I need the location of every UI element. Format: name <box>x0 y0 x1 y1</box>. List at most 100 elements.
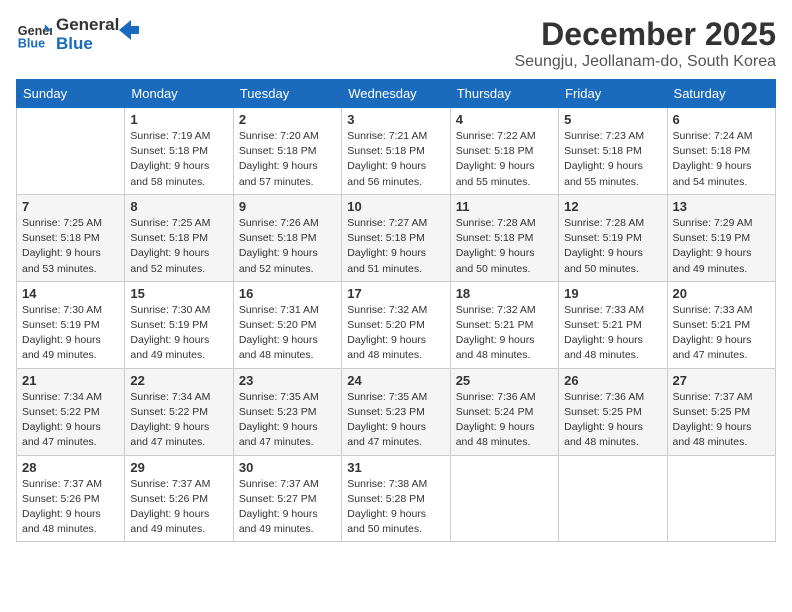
day-number: 12 <box>564 199 661 214</box>
calendar-cell: 19 Sunrise: 7:33 AMSunset: 5:21 PMDayligh… <box>559 281 667 368</box>
day-info: Sunrise: 7:34 AMSunset: 5:22 PMDaylight:… <box>130 390 227 451</box>
weekday-header-row: SundayMondayTuesdayWednesdayThursdayFrid… <box>17 80 776 108</box>
calendar-cell: 29 Sunrise: 7:37 AMSunset: 5:26 PMDayligh… <box>125 455 233 542</box>
day-info: Sunrise: 7:36 AMSunset: 5:25 PMDaylight:… <box>564 390 661 451</box>
week-row-5: 28 Sunrise: 7:37 AMSunset: 5:26 PMDayligh… <box>17 455 776 542</box>
day-number: 5 <box>564 112 661 127</box>
calendar-cell: 12 Sunrise: 7:28 AMSunset: 5:19 PMDayligh… <box>559 194 667 281</box>
week-row-2: 7 Sunrise: 7:25 AMSunset: 5:18 PMDaylight… <box>17 194 776 281</box>
calendar-table: SundayMondayTuesdayWednesdayThursdayFrid… <box>16 79 776 542</box>
calendar-cell: 31 Sunrise: 7:38 AMSunset: 5:28 PMDayligh… <box>342 455 450 542</box>
day-info: Sunrise: 7:23 AMSunset: 5:18 PMDaylight:… <box>564 129 661 190</box>
day-number: 13 <box>673 199 770 214</box>
day-info: Sunrise: 7:24 AMSunset: 5:18 PMDaylight:… <box>673 129 770 190</box>
day-info: Sunrise: 7:22 AMSunset: 5:18 PMDaylight:… <box>456 129 553 190</box>
day-number: 18 <box>456 286 553 301</box>
day-number: 3 <box>347 112 444 127</box>
day-info: Sunrise: 7:30 AMSunset: 5:19 PMDaylight:… <box>22 303 119 364</box>
calendar-cell: 23Sunrise: 7:35 AMSunset: 5:23 PMDayligh… <box>233 368 341 455</box>
day-info: Sunrise: 7:31 AMSunset: 5:20 PMDaylight:… <box>239 303 336 364</box>
day-info: Sunrise: 7:25 AMSunset: 5:18 PMDaylight:… <box>22 216 119 277</box>
day-info: Sunrise: 7:27 AMSunset: 5:18 PMDaylight:… <box>347 216 444 277</box>
calendar-cell: 16Sunrise: 7:31 AMSunset: 5:20 PMDayligh… <box>233 281 341 368</box>
calendar-cell: 15 Sunrise: 7:30 AMSunset: 5:19 PMDayligh… <box>125 281 233 368</box>
day-number: 14 <box>22 286 119 301</box>
weekday-header-sunday: Sunday <box>17 80 125 108</box>
calendar-cell: 6 Sunrise: 7:24 AMSunset: 5:18 PMDaylight… <box>667 108 775 195</box>
calendar-cell: 1Sunrise: 7:19 AMSunset: 5:18 PMDaylight… <box>125 108 233 195</box>
day-info: Sunrise: 7:37 AMSunset: 5:25 PMDaylight:… <box>673 390 770 451</box>
day-info: Sunrise: 7:33 AMSunset: 5:21 PMDaylight:… <box>564 303 661 364</box>
page-header: General Blue General Blue December 2025 … <box>16 16 776 71</box>
day-number: 7 <box>22 199 119 214</box>
calendar-cell: 14 Sunrise: 7:30 AMSunset: 5:19 PMDayligh… <box>17 281 125 368</box>
day-info: Sunrise: 7:37 AMSunset: 5:26 PMDaylight:… <box>22 477 119 538</box>
logo: General Blue General Blue <box>16 16 139 53</box>
logo-icon: General Blue <box>16 17 52 53</box>
month-title: December 2025 <box>514 16 776 53</box>
day-number: 11 <box>456 199 553 214</box>
day-info: Sunrise: 7:35 AMSunset: 5:23 PMDaylight:… <box>347 390 444 451</box>
calendar-cell: 11 Sunrise: 7:28 AMSunset: 5:18 PMDayligh… <box>450 194 558 281</box>
day-number: 30 <box>239 460 336 475</box>
calendar-cell: 5 Sunrise: 7:23 AMSunset: 5:18 PMDaylight… <box>559 108 667 195</box>
day-number: 19 <box>564 286 661 301</box>
day-info: Sunrise: 7:32 AMSunset: 5:20 PMDaylight:… <box>347 303 444 364</box>
day-info: Sunrise: 7:19 AMSunset: 5:18 PMDaylight:… <box>130 129 227 190</box>
calendar-cell: 26 Sunrise: 7:36 AMSunset: 5:25 PMDayligh… <box>559 368 667 455</box>
day-info: Sunrise: 7:28 AMSunset: 5:19 PMDaylight:… <box>564 216 661 277</box>
calendar-cell: 24 Sunrise: 7:35 AMSunset: 5:23 PMDayligh… <box>342 368 450 455</box>
calendar-cell: 30 Sunrise: 7:37 AMSunset: 5:27 PMDayligh… <box>233 455 341 542</box>
week-row-3: 14 Sunrise: 7:30 AMSunset: 5:19 PMDayligh… <box>17 281 776 368</box>
calendar-cell <box>450 455 558 542</box>
calendar-cell: 25Sunrise: 7:36 AMSunset: 5:24 PMDayligh… <box>450 368 558 455</box>
day-info: Sunrise: 7:26 AMSunset: 5:18 PMDaylight:… <box>239 216 336 277</box>
calendar-cell: 17 Sunrise: 7:32 AMSunset: 5:20 PMDayligh… <box>342 281 450 368</box>
calendar-cell: 7 Sunrise: 7:25 AMSunset: 5:18 PMDaylight… <box>17 194 125 281</box>
calendar-cell <box>559 455 667 542</box>
calendar-cell <box>17 108 125 195</box>
day-number: 31 <box>347 460 444 475</box>
calendar-cell <box>667 455 775 542</box>
day-number: 8 <box>130 199 227 214</box>
day-number: 24 <box>347 373 444 388</box>
svg-text:Blue: Blue <box>18 36 45 50</box>
calendar-cell: 8 Sunrise: 7:25 AMSunset: 5:18 PMDaylight… <box>125 194 233 281</box>
day-info: Sunrise: 7:34 AMSunset: 5:22 PMDaylight:… <box>22 390 119 451</box>
logo-arrow-icon <box>119 20 139 40</box>
day-number: 15 <box>130 286 227 301</box>
day-info: Sunrise: 7:30 AMSunset: 5:19 PMDaylight:… <box>130 303 227 364</box>
weekday-header-monday: Monday <box>125 80 233 108</box>
day-number: 17 <box>347 286 444 301</box>
calendar-cell: 9 Sunrise: 7:26 AMSunset: 5:18 PMDaylight… <box>233 194 341 281</box>
day-number: 27 <box>673 373 770 388</box>
day-number: 26 <box>564 373 661 388</box>
logo-general: General <box>56 16 119 35</box>
calendar-cell: 20Sunrise: 7:33 AMSunset: 5:21 PMDayligh… <box>667 281 775 368</box>
day-number: 6 <box>673 112 770 127</box>
day-number: 9 <box>239 199 336 214</box>
day-info: Sunrise: 7:28 AMSunset: 5:18 PMDaylight:… <box>456 216 553 277</box>
calendar-cell: 27 Sunrise: 7:37 AMSunset: 5:25 PMDayligh… <box>667 368 775 455</box>
day-info: Sunrise: 7:21 AMSunset: 5:18 PMDaylight:… <box>347 129 444 190</box>
location: Seungju, Jeollanam-do, South Korea <box>514 53 776 71</box>
calendar-cell: 21 Sunrise: 7:34 AMSunset: 5:22 PMDayligh… <box>17 368 125 455</box>
day-number: 29 <box>130 460 227 475</box>
day-info: Sunrise: 7:37 AMSunset: 5:27 PMDaylight:… <box>239 477 336 538</box>
day-number: 2 <box>239 112 336 127</box>
day-info: Sunrise: 7:25 AMSunset: 5:18 PMDaylight:… <box>130 216 227 277</box>
day-info: Sunrise: 7:37 AMSunset: 5:26 PMDaylight:… <box>130 477 227 538</box>
day-number: 28 <box>22 460 119 475</box>
day-number: 22 <box>130 373 227 388</box>
week-row-4: 21 Sunrise: 7:34 AMSunset: 5:22 PMDayligh… <box>17 368 776 455</box>
calendar-cell: 3 Sunrise: 7:21 AMSunset: 5:18 PMDaylight… <box>342 108 450 195</box>
day-number: 21 <box>22 373 119 388</box>
day-info: Sunrise: 7:38 AMSunset: 5:28 PMDaylight:… <box>347 477 444 538</box>
day-info: Sunrise: 7:35 AMSunset: 5:23 PMDaylight:… <box>239 390 336 451</box>
calendar-cell: 13 Sunrise: 7:29 AMSunset: 5:19 PMDayligh… <box>667 194 775 281</box>
week-row-1: 1Sunrise: 7:19 AMSunset: 5:18 PMDaylight… <box>17 108 776 195</box>
day-number: 10 <box>347 199 444 214</box>
day-number: 20 <box>673 286 770 301</box>
weekday-header-wednesday: Wednesday <box>342 80 450 108</box>
day-info: Sunrise: 7:29 AMSunset: 5:19 PMDaylight:… <box>673 216 770 277</box>
